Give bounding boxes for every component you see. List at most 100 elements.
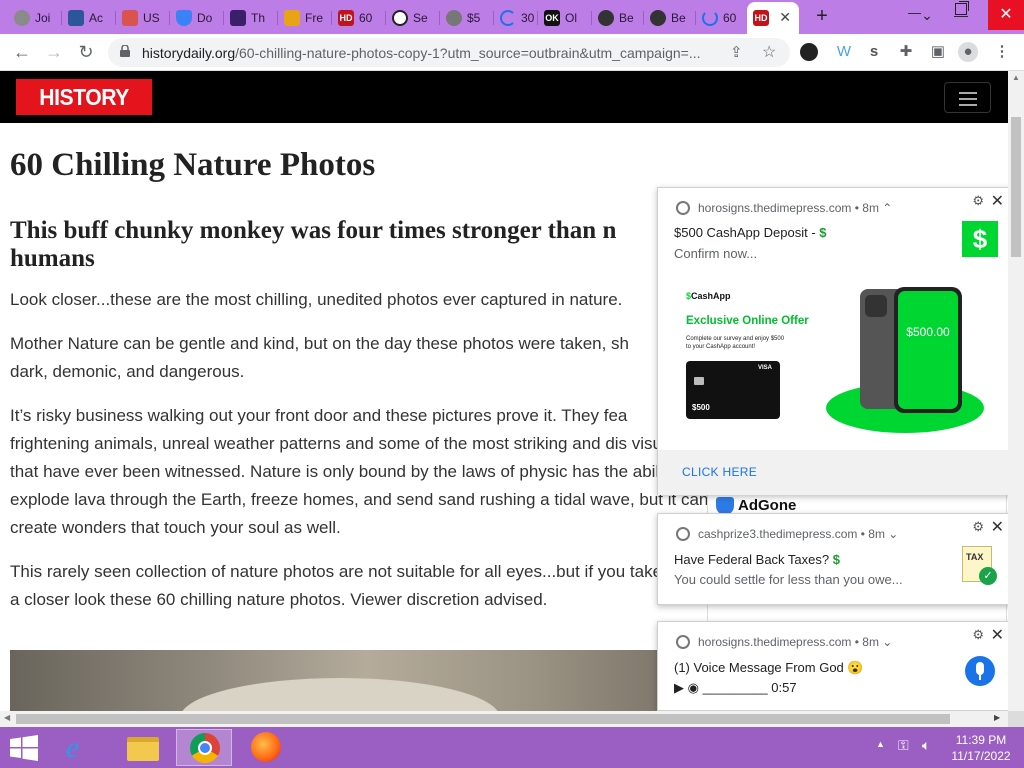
- profile-avatar-icon[interactable]: ●: [958, 42, 978, 62]
- extension-w-icon[interactable]: W: [834, 42, 854, 62]
- windows-taskbar: e ▲ ⚿ 🔈︎ 11:39 PM 11/17/2022: [0, 727, 1024, 768]
- hamburger-menu-icon[interactable]: [944, 82, 991, 113]
- tab-10[interactable]: 30: [494, 4, 538, 32]
- tab-favicon: [598, 10, 614, 26]
- tax-form-icon: TAX ✓: [962, 546, 997, 585]
- click-here-button[interactable]: CLICK HERE: [658, 450, 1010, 495]
- back-icon[interactable]: ←: [10, 40, 34, 64]
- article-paragraph: It’s risky business walking out your fro…: [10, 406, 709, 537]
- tab-6[interactable]: Fre: [278, 4, 332, 32]
- close-icon[interactable]: ✕: [991, 191, 1004, 211]
- article-subtitle: This buff chunky monkey was four times s…: [10, 217, 617, 272]
- site-logo[interactable]: HISTORY DAILY: [16, 79, 153, 146]
- article-photo: [10, 650, 660, 711]
- tab-8[interactable]: Se: [386, 4, 440, 32]
- tab-14[interactable]: 60: [696, 4, 746, 32]
- extension-icon[interactable]: [800, 43, 818, 61]
- tab-12[interactable]: Be: [592, 4, 644, 32]
- close-icon[interactable]: ✕: [991, 517, 1004, 537]
- notification-message: Confirm now...: [674, 246, 758, 261]
- gear-icon[interactable]: ⚙: [972, 627, 984, 643]
- notification-taxes[interactable]: cashprize3.thedimepress.com • 8m ⌄ ⚙ ✕ H…: [657, 513, 1011, 605]
- tab-9[interactable]: $5: [440, 4, 494, 32]
- share-icon[interactable]: ⇪: [730, 43, 743, 61]
- forward-icon[interactable]: →: [42, 40, 66, 64]
- network-icon[interactable]: ⚿: [898, 737, 909, 754]
- scroll-left-icon[interactable]: ◀: [4, 713, 10, 722]
- reload-icon[interactable]: ↻: [74, 40, 98, 64]
- article-paragraph: Look closer...these are the most chillin…: [10, 290, 623, 309]
- minimize-icon: —: [908, 5, 921, 20]
- tab-favicon: HD: [753, 10, 769, 26]
- address-bar[interactable]: historydaily.org/60-chilling-nature-phot…: [108, 38, 790, 67]
- tab-favicon: HD: [338, 10, 354, 26]
- chevron-down-icon[interactable]: ⌄: [882, 635, 892, 649]
- tab-active[interactable]: HD ✕: [747, 2, 799, 34]
- chrome-taskbar-icon[interactable]: [176, 729, 232, 766]
- volume-icon[interactable]: 🔈︎: [922, 737, 930, 754]
- internet-explorer-icon[interactable]: e: [54, 729, 110, 766]
- clock-date: 11/17/2022: [951, 749, 1011, 763]
- extension-s-icon[interactable]: s: [864, 42, 884, 62]
- close-window-button[interactable]: ✕: [988, 0, 1024, 30]
- debit-card: VISA $500: [686, 361, 780, 419]
- tab-favicon: [176, 10, 192, 26]
- tab-1[interactable]: Joi: [8, 4, 62, 32]
- chrome-icon: [676, 201, 690, 215]
- phone-front: $500.00: [894, 287, 962, 413]
- scroll-right-icon[interactable]: ▶: [994, 713, 1000, 722]
- browser-toolbar: ← → ↻ historydaily.org/60-chilling-natur…: [0, 34, 1024, 71]
- bookmark-star-icon[interactable]: ☆: [762, 42, 776, 62]
- horizontal-scrollbar[interactable]: ◀ ▶: [0, 711, 1008, 727]
- phone-amount: $500.00: [906, 325, 950, 339]
- file-explorer-icon[interactable]: [114, 729, 170, 766]
- extensions-puzzle-icon[interactable]: ✚: [896, 42, 916, 62]
- tab-close-icon[interactable]: ✕: [779, 9, 791, 26]
- tab-7[interactable]: HD 60: [332, 4, 386, 32]
- tab-3[interactable]: US: [116, 4, 170, 32]
- notification-source: horosigns.thedimepress.com • 8m ⌃: [698, 201, 893, 215]
- chrome-icon: [676, 527, 690, 541]
- gear-icon[interactable]: ⚙: [972, 193, 984, 209]
- scroll-thumb[interactable]: [1011, 117, 1021, 257]
- gear-icon[interactable]: ⚙: [972, 519, 984, 535]
- chevron-up-icon[interactable]: ⌃: [882, 201, 892, 215]
- scroll-thumb[interactable]: [16, 714, 950, 724]
- notification-message: ▶ ◉ _________ 0:57: [674, 680, 797, 695]
- notification-source: horosigns.thedimepress.com • 8m ⌄: [698, 635, 893, 649]
- tab-5[interactable]: Th: [224, 4, 278, 32]
- chrome-icon: [676, 635, 690, 649]
- tab-favicon: [122, 10, 138, 26]
- scroll-up-icon[interactable]: ▲: [1012, 73, 1020, 82]
- close-icon[interactable]: ✕: [991, 625, 1004, 645]
- url-text: historydaily.org/60-chilling-nature-phot…: [142, 45, 701, 61]
- notification-title: Have Federal Back Taxes? $: [674, 552, 840, 567]
- new-tab-button[interactable]: +: [811, 6, 833, 28]
- lock-icon: [120, 45, 130, 57]
- chevron-down-icon[interactable]: ⌄: [888, 527, 898, 541]
- start-button[interactable]: [0, 729, 48, 766]
- tab-favicon: [14, 10, 30, 26]
- tab-favicon: [392, 10, 408, 26]
- tab-4[interactable]: Do: [170, 4, 224, 32]
- notification-title: $500 CashApp Deposit - $: [674, 225, 827, 240]
- notification-title: (1) Voice Message From God 😮: [674, 660, 864, 675]
- tray-chevron-icon[interactable]: ▲: [876, 739, 885, 749]
- firefox-icon[interactable]: [238, 729, 294, 766]
- tab-favicon: [68, 10, 84, 26]
- windows-logo-icon: [10, 735, 38, 761]
- hero-brand: $CashApp: [686, 291, 731, 301]
- hero-desc: to your CashApp account!: [686, 344, 756, 350]
- scroll-corner: [1008, 711, 1024, 727]
- side-panel-icon[interactable]: ▣: [928, 42, 948, 62]
- notification-cashapp[interactable]: horosigns.thedimepress.com • 8m ⌃ ⚙ ✕ $5…: [657, 187, 1011, 495]
- vertical-scrollbar[interactable]: ▲: [1008, 71, 1024, 711]
- notification-hero-image: $CashApp Exclusive Online Offer Complete…: [658, 273, 1010, 451]
- notification-voice-message[interactable]: horosigns.thedimepress.com • 8m ⌄ ⚙ ✕ (1…: [657, 621, 1011, 711]
- system-clock[interactable]: 11:39 PM 11/17/2022: [946, 732, 1016, 764]
- tab-2[interactable]: Ac: [62, 4, 116, 32]
- tab-13[interactable]: Be: [644, 4, 696, 32]
- menu-kebab-icon[interactable]: ⋮: [992, 42, 1012, 62]
- tab-11[interactable]: OK Ol: [538, 4, 592, 32]
- clock-time: 11:39 PM: [955, 733, 1007, 747]
